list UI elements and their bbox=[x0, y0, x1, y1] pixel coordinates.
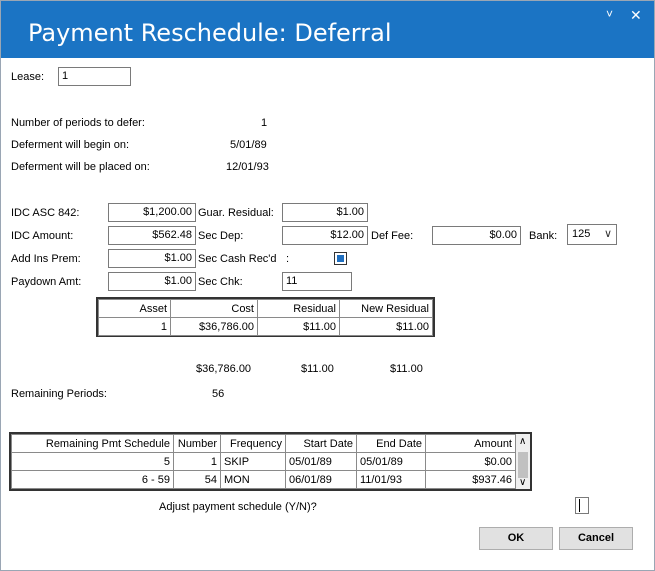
lease-label: Lease: bbox=[11, 71, 45, 83]
schedule-table-box: Remaining Pmt Schedule Number Frequency … bbox=[9, 432, 532, 491]
sec-chk-label: Sec Chk: bbox=[198, 276, 243, 288]
guar-residual-input[interactable]: $1.00 bbox=[282, 203, 368, 222]
idc-asc-label: IDC ASC 842: bbox=[11, 207, 80, 219]
scroll-down-icon[interactable]: ∨ bbox=[519, 477, 526, 488]
cell-new-residual: $11.00 bbox=[339, 317, 433, 336]
col-header-number: Number bbox=[173, 434, 221, 453]
sec-cash-recd-checkbox[interactable] bbox=[334, 252, 347, 265]
close-icon[interactable]: ✕ bbox=[630, 7, 642, 24]
remaining-periods-label: Remaining Periods: bbox=[11, 388, 107, 400]
cell-remaining-pmt: 5 bbox=[11, 452, 174, 471]
idc-amount-input[interactable]: $562.48 bbox=[108, 226, 196, 245]
periods-to-defer-value: 1 bbox=[261, 117, 268, 129]
idc-asc-input[interactable]: $1,200.00 bbox=[108, 203, 196, 222]
bank-select[interactable]: 125 ∨ bbox=[567, 224, 617, 245]
asset-table-box: Asset Cost Residual New Residual 1 $36,7… bbox=[96, 297, 435, 337]
periods-to-defer-label: Number of periods to defer: bbox=[11, 117, 145, 129]
deferment-begin-label: Deferment will begin on: bbox=[11, 139, 130, 151]
cell-asset: 1 bbox=[98, 317, 171, 336]
cell-number: 54 bbox=[173, 470, 221, 489]
paydown-amt-input[interactable]: $1.00 bbox=[108, 272, 196, 291]
cell-amount: $0.00 bbox=[425, 452, 516, 471]
total-residual: $11.00 bbox=[301, 363, 334, 375]
add-ins-prem-input[interactable]: $1.00 bbox=[108, 249, 196, 268]
cell-frequency: MON bbox=[220, 470, 286, 489]
guar-residual-label: Guar. Residual: bbox=[198, 207, 274, 219]
table-row[interactable]: 6 - 59 54 MON 06/01/89 11/01/93 $937.46 bbox=[11, 470, 516, 489]
chevron-down-icon: ∨ bbox=[603, 228, 612, 240]
asset-table-header: Asset Cost Residual New Residual bbox=[98, 299, 433, 318]
asset-table: Asset Cost Residual New Residual 1 $36,7… bbox=[98, 299, 433, 336]
cell-end-date: 05/01/89 bbox=[356, 452, 426, 471]
cell-number: 1 bbox=[173, 452, 221, 471]
remaining-periods-value: 56 bbox=[212, 388, 225, 400]
deferment-placed-value: 12/01/93 bbox=[226, 161, 269, 173]
cell-cost: $36,786.00 bbox=[170, 317, 258, 336]
col-header-asset: Asset bbox=[98, 299, 171, 318]
bank-selected-value: 125 bbox=[572, 228, 591, 240]
minimize-icon[interactable]: ˅ bbox=[606, 7, 613, 21]
table-row[interactable]: 1 $36,786.00 $11.00 $11.00 bbox=[98, 317, 433, 336]
col-header-residual: Residual bbox=[257, 299, 340, 318]
cell-start-date: 05/01/89 bbox=[285, 452, 357, 471]
cell-start-date: 06/01/89 bbox=[285, 470, 357, 489]
schedule-table-header: Remaining Pmt Schedule Number Frequency … bbox=[11, 434, 516, 453]
col-header-cost: Cost bbox=[170, 299, 258, 318]
col-header-frequency: Frequency bbox=[220, 434, 286, 453]
sec-cash-recd-colon: : bbox=[286, 253, 290, 265]
idc-amount-label: IDC Amount: bbox=[11, 230, 74, 242]
adjust-schedule-input[interactable] bbox=[575, 497, 589, 514]
cell-frequency: SKIP bbox=[220, 452, 286, 471]
checkbox-checked-indicator bbox=[337, 255, 344, 262]
ok-button[interactable]: OK bbox=[479, 527, 553, 550]
payment-reschedule-dialog: Payment Reschedule: Deferral ˅ ✕ Lease: … bbox=[0, 0, 655, 571]
scrollbar-thumb[interactable] bbox=[518, 452, 528, 478]
col-header-amount: Amount bbox=[425, 434, 516, 453]
col-header-start-date: Start Date bbox=[285, 434, 357, 453]
paydown-amt-label: Paydown Amt: bbox=[11, 276, 82, 288]
dialog-title: Payment Reschedule: Deferral bbox=[28, 19, 392, 47]
def-fee-input[interactable]: $0.00 bbox=[432, 226, 521, 245]
total-new-residual: $11.00 bbox=[390, 363, 423, 375]
cell-end-date: 11/01/93 bbox=[356, 470, 426, 489]
col-header-new-residual: New Residual bbox=[339, 299, 433, 318]
def-fee-label: Def Fee: bbox=[371, 230, 414, 242]
cell-amount: $937.46 bbox=[425, 470, 516, 489]
deferment-placed-label: Deferment will be placed on: bbox=[11, 161, 150, 173]
sec-chk-input[interactable]: 11 bbox=[282, 272, 352, 291]
sec-dep-input[interactable]: $12.00 bbox=[282, 226, 368, 245]
total-cost: $36,786.00 bbox=[196, 363, 252, 375]
cell-remaining-pmt: 6 - 59 bbox=[11, 470, 174, 489]
title-bar: Payment Reschedule: Deferral ˅ ✕ bbox=[1, 1, 654, 58]
add-ins-prem-label: Add Ins Prem: bbox=[11, 253, 81, 265]
sec-cash-recd-label: Sec Cash Rec'd bbox=[198, 253, 277, 265]
col-header-remaining-pmt: Remaining Pmt Schedule bbox=[11, 434, 174, 453]
scroll-up-icon[interactable]: ∧ bbox=[519, 436, 526, 447]
cancel-button[interactable]: Cancel bbox=[559, 527, 633, 550]
table-row[interactable]: 5 1 SKIP 05/01/89 05/01/89 $0.00 bbox=[11, 452, 516, 471]
bank-label: Bank: bbox=[529, 230, 558, 242]
adjust-schedule-label: Adjust payment schedule (Y/N)? bbox=[159, 501, 317, 513]
text-caret bbox=[579, 499, 580, 512]
sec-dep-label: Sec Dep: bbox=[198, 230, 244, 242]
schedule-table: Remaining Pmt Schedule Number Frequency … bbox=[11, 434, 516, 489]
col-header-end-date: End Date bbox=[356, 434, 426, 453]
lease-input[interactable]: 1 bbox=[58, 67, 131, 86]
vertical-scrollbar[interactable]: ∧ ∨ bbox=[516, 434, 530, 489]
deferment-begin-value: 5/01/89 bbox=[230, 139, 267, 151]
cell-residual: $11.00 bbox=[257, 317, 340, 336]
